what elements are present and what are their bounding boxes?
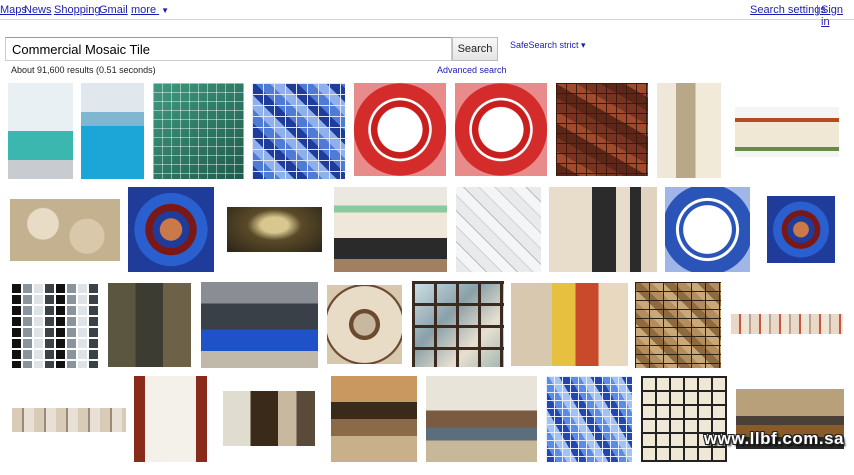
thumbnail-mosaic-fireplace[interactable] bbox=[334, 187, 447, 272]
thumbnail-crackle-tile[interactable] bbox=[10, 199, 120, 261]
thumbnail-beige-border[interactable] bbox=[12, 408, 126, 432]
thumbnail-lobby-interior[interactable] bbox=[8, 83, 73, 179]
results-count: About 91,600 results (0.51 seconds) bbox=[11, 65, 156, 75]
thumbnail-commercial-restroom[interactable] bbox=[549, 187, 657, 272]
thumbnail-mosaic-column[interactable] bbox=[657, 83, 721, 178]
advanced-search-link[interactable]: Advanced search bbox=[437, 65, 507, 75]
thumbnail-green-glass-mosaic[interactable] bbox=[153, 83, 244, 179]
thumbnail-lounge-chairs[interactable] bbox=[134, 376, 207, 462]
thumbnail-leo-medallion[interactable] bbox=[354, 83, 446, 176]
nav-link-shopping[interactable]: Shopping bbox=[54, 4, 101, 16]
thumbnail-brown-mosaic[interactable] bbox=[556, 83, 648, 176]
thumbnail-pool-terrace[interactable] bbox=[81, 83, 144, 179]
nav-separator: | bbox=[816, 4, 819, 16]
safesearch-dropdown[interactable]: SafeSearch strict ▾ bbox=[510, 40, 586, 51]
thumbnail-herringbone-marble[interactable] bbox=[456, 187, 541, 272]
thumbnail-kitchen-backsplash[interactable] bbox=[331, 376, 417, 462]
thumbnail-house-facade[interactable] bbox=[735, 107, 839, 157]
thumbnail-pinwheel-mosaic[interactable] bbox=[641, 376, 727, 462]
sign-in-link[interactable]: Sign in bbox=[821, 4, 854, 28]
thumbnail-iridescent-glass-tile[interactable] bbox=[412, 281, 504, 367]
nav-link-maps[interactable]: Maps bbox=[0, 4, 27, 16]
thumbnail-kitchen-counter[interactable] bbox=[426, 376, 537, 462]
thumbnail-stairway[interactable] bbox=[223, 391, 315, 446]
nav-link-gmail[interactable]: Gmail bbox=[99, 4, 128, 16]
site-watermark: www.llbf.com.sa bbox=[703, 429, 844, 448]
nav-link-news[interactable]: News bbox=[24, 4, 52, 16]
nav-link-more[interactable]: more ▼ bbox=[131, 4, 169, 16]
search-button[interactable]: Search bbox=[452, 37, 498, 61]
thumbnail-zodiac-medallion-small[interactable] bbox=[767, 196, 835, 263]
thumbnail-blue-mosaic[interactable] bbox=[252, 83, 345, 179]
thumbnail-pool-blue-mosaic[interactable] bbox=[546, 376, 632, 462]
thumbnail-zodiac-medallion-blue[interactable] bbox=[128, 187, 214, 272]
more-label: more bbox=[131, 4, 157, 16]
thumbnail-floral-medallion[interactable] bbox=[327, 285, 402, 364]
thumbnail-software-screenshot[interactable] bbox=[511, 283, 628, 366]
search-settings-link[interactable]: Search settings bbox=[750, 4, 826, 16]
thumbnail-slate-tile[interactable] bbox=[108, 283, 191, 367]
thumbnail-scorpio-medallion[interactable] bbox=[665, 187, 750, 272]
thumbnail-restaurant-kitchen[interactable] bbox=[201, 282, 318, 368]
top-navigation-bar: Maps News Shopping Gmail more ▼ Search s… bbox=[0, 0, 854, 28]
search-box bbox=[5, 37, 452, 61]
thumbnail-travertine-brick[interactable] bbox=[635, 282, 721, 368]
thumbnail-border-strip[interactable] bbox=[731, 314, 843, 334]
thumbnail-black-white-mosaic[interactable] bbox=[10, 282, 98, 368]
chevron-down-icon: ▼ bbox=[161, 6, 170, 15]
search-input[interactable] bbox=[6, 38, 451, 60]
thumbnail-bar-interior[interactable] bbox=[227, 207, 322, 252]
thumbnail-sagittarius-medallion[interactable] bbox=[455, 83, 547, 176]
